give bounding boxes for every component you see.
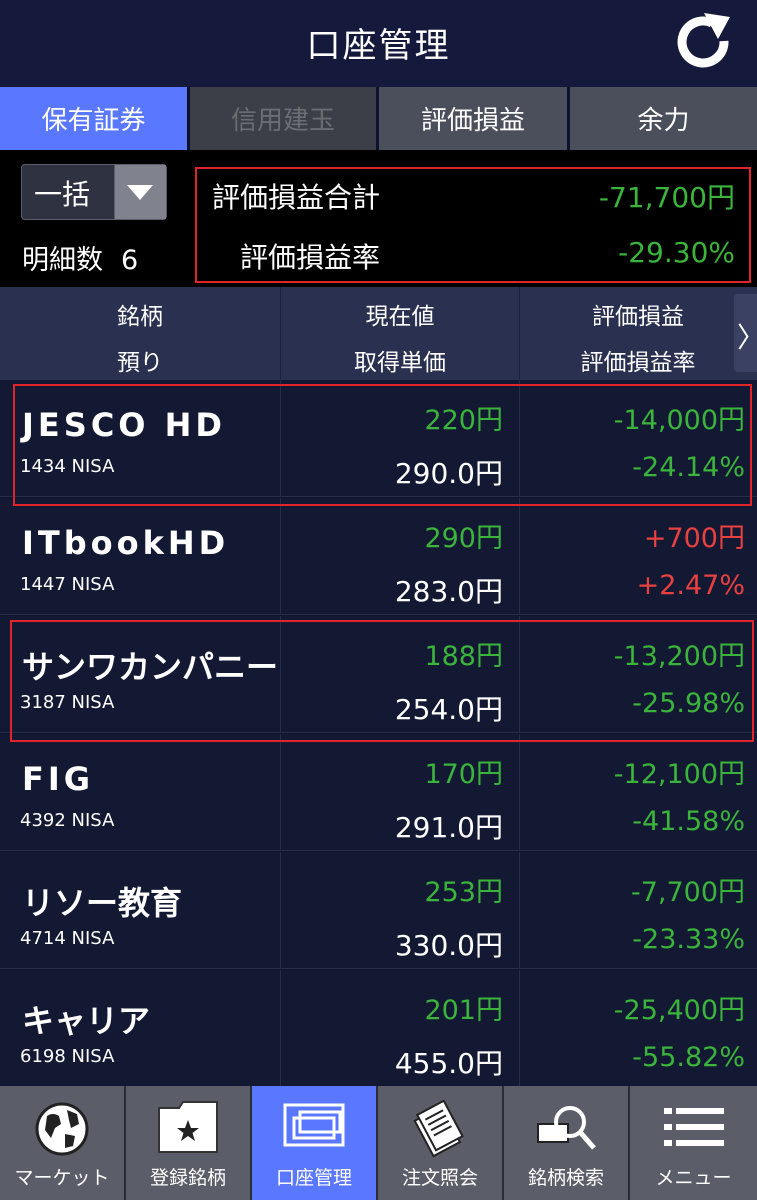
nav-stock-search[interactable]: 銘柄検索 — [504, 1086, 630, 1200]
holding-row[interactable]: キャリア 6198 NISA 201円 455.0円 -25,400円 -55.… — [0, 970, 757, 1087]
bulk-select-value: 一括 — [34, 178, 91, 211]
stock-code: 4392 NISA — [20, 810, 115, 831]
unrealized-pl: -25,400円 — [613, 995, 745, 1026]
stock-code: 6198 NISA — [20, 1046, 115, 1067]
total-pl-label: 評価損益合計 — [212, 181, 381, 214]
current-price: 170円 — [424, 759, 503, 790]
stock-code: 4714 NISA — [20, 928, 115, 949]
stock-name: ITbookHD — [22, 524, 230, 562]
stock-name: リソー教育 — [22, 884, 183, 922]
detail-count-label: 明細数 — [22, 245, 103, 276]
stock-code: 1447 NISA — [20, 574, 115, 595]
pl-rate: +2.47% — [636, 570, 745, 601]
nav-label: 注文照会 — [401, 1167, 478, 1189]
holding-row[interactable]: リソー教育 4714 NISA 253円 330.0円 -7,700円 -23.… — [0, 852, 757, 969]
account-tabs: 保有証券 信用建玉 評価損益 余力 — [0, 87, 757, 150]
column-divider — [519, 498, 520, 615]
column-divider — [280, 498, 281, 615]
column-divider — [519, 734, 520, 851]
globe-icon — [35, 1102, 89, 1156]
tab-buying-power[interactable]: 余力 — [570, 87, 757, 150]
pl-rate: -55.82% — [632, 1042, 745, 1073]
nav-order-inquiry[interactable]: 注文照会 — [378, 1086, 504, 1200]
holding-row[interactable]: FIG 4392 NISA 170円 291.0円 -12,100円 -41.5… — [0, 734, 757, 851]
cost-price: 283.0円 — [394, 575, 503, 608]
nav-market[interactable]: マーケット — [0, 1086, 126, 1200]
stock-name: キャリア — [22, 1002, 151, 1040]
tab-margin-positions[interactable]: 信用建玉 — [190, 87, 376, 150]
account-icon — [283, 1103, 345, 1147]
pl-rate-label: 評価損益率 — [240, 241, 381, 274]
nav-label: 銘柄検索 — [527, 1167, 604, 1189]
tab-holdings[interactable]: 保有証券 — [0, 87, 187, 150]
current-price: 290円 — [424, 523, 503, 554]
total-pl-value: -71,700円 — [598, 181, 735, 214]
bulk-select-dropdown[interactable]: 一括 — [21, 164, 167, 220]
tab-valuation[interactable]: 評価損益 — [379, 87, 567, 150]
nav-label: マーケット — [14, 1167, 110, 1189]
cost-price: 455.0円 — [394, 1047, 503, 1080]
pl-rate: -41.58% — [632, 806, 745, 837]
cost-price: 330.0円 — [394, 929, 503, 962]
highlight-box — [13, 384, 752, 506]
nav-account[interactable]: 口座管理 — [252, 1086, 378, 1200]
column-divider — [280, 970, 281, 1087]
unrealized-pl: -7,700円 — [630, 877, 745, 908]
documents-icon — [413, 1100, 464, 1158]
app-header: 口座管理 — [0, 0, 757, 87]
col-stock-name: 銘柄 — [117, 304, 163, 330]
column-divider — [519, 970, 520, 1087]
detail-count-value: 6 — [121, 245, 139, 276]
page-title: 口座管理 — [306, 26, 451, 66]
search-icon — [537, 1106, 596, 1150]
bottom-navigation: マーケット 登録銘柄 口座管理 注文照会 銘柄検索 メニュー — [0, 1086, 757, 1200]
dropdown-button[interactable] — [114, 165, 166, 219]
chevron-right-icon: 〉 — [737, 316, 757, 356]
nav-label: 口座管理 — [275, 1167, 352, 1189]
pl-rate: -23.33% — [632, 924, 745, 955]
column-divider — [280, 734, 281, 851]
col-custody: 預り — [117, 350, 163, 376]
unrealized-pl: +700円 — [643, 523, 745, 554]
refresh-icon[interactable] — [672, 11, 736, 75]
holding-row[interactable]: ITbookHD 1447 NISA 290円 283.0円 +700円 +2.… — [0, 498, 757, 615]
more-columns-button[interactable]: 〉 — [734, 294, 757, 372]
column-divider — [280, 852, 281, 969]
nav-watchlist[interactable]: 登録銘柄 — [126, 1086, 252, 1200]
column-header: 銘柄 預り 現在値 取得単価 評価損益 評価損益率 — [0, 287, 757, 380]
current-price: 253円 — [424, 877, 503, 908]
col-pl-rate: 評価損益率 — [580, 350, 696, 376]
chevron-down-icon — [127, 185, 153, 200]
stock-name: FIG — [22, 760, 95, 798]
unrealized-pl: -12,100円 — [613, 759, 745, 790]
column-divider — [519, 852, 520, 969]
col-current-price: 現在値 — [365, 304, 435, 330]
pl-rate-value: -29.30% — [618, 236, 735, 269]
menu-icon — [663, 1108, 724, 1146]
current-price: 201円 — [424, 995, 503, 1026]
highlight-box — [10, 620, 754, 742]
nav-menu[interactable]: メニュー — [630, 1086, 757, 1200]
col-unrealized-pl: 評価損益 — [592, 304, 684, 330]
cost-price: 291.0円 — [394, 811, 503, 844]
detail-count: 明細数 6 — [22, 238, 138, 277]
col-cost-price: 取得単価 — [354, 350, 446, 376]
nav-label: メニュー — [655, 1167, 732, 1189]
nav-label: 登録銘柄 — [149, 1167, 226, 1189]
star-folder-icon — [158, 1101, 218, 1153]
